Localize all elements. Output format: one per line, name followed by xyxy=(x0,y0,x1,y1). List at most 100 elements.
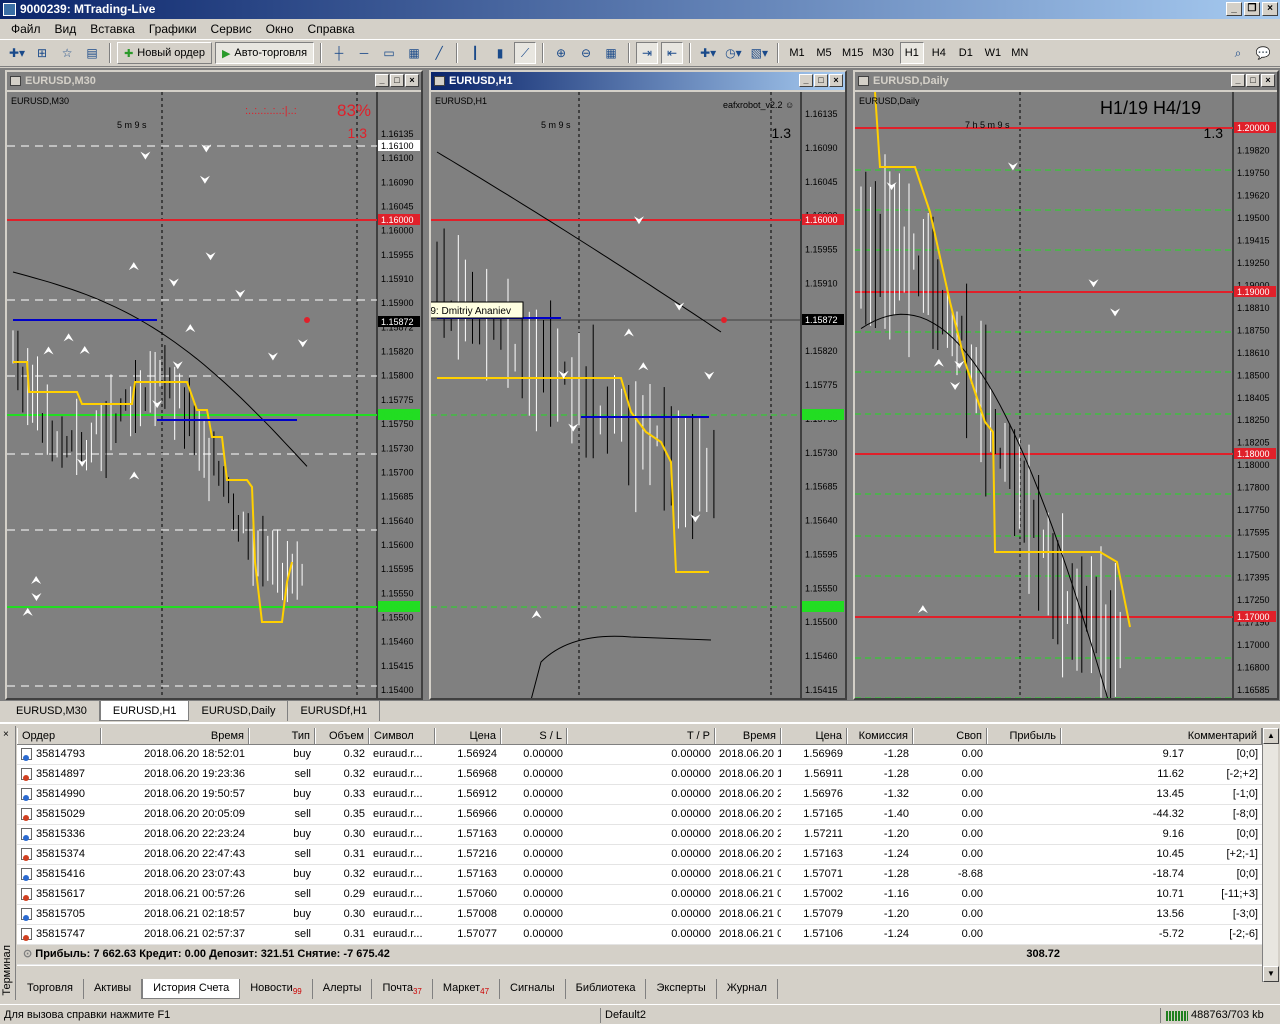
indicators-icon[interactable]: ✚▾ xyxy=(697,42,719,64)
chart-maximize[interactable]: □ xyxy=(1246,74,1260,87)
column-header[interactable]: Комиссия xyxy=(847,728,913,744)
terminal-tab[interactable]: Новости99 xyxy=(240,979,313,999)
hline-icon[interactable]: ─ xyxy=(353,42,375,64)
chart-tab[interactable]: EURUSD,Daily xyxy=(189,701,289,721)
menu-tools[interactable]: Сервис xyxy=(204,19,259,38)
autotrade-button[interactable]: ▶ Авто-торговля xyxy=(214,42,315,64)
table-row[interactable]: 35815336 2018.06.20 22:23:24 buy 0.30 euraud… xyxy=(17,825,1262,845)
tf-mn[interactable]: MN xyxy=(1008,42,1032,64)
chart-area-h1[interactable]: 1.16135 1.16090 1.16045 1.16000 1.15955 1.159… xyxy=(431,92,845,698)
column-header[interactable]: Своп xyxy=(913,728,987,744)
terminal-tab[interactable]: История Счета xyxy=(142,979,241,999)
trendline-icon[interactable]: ╱ xyxy=(428,42,450,64)
terminal-tab[interactable]: Журнал xyxy=(717,979,778,999)
chart-area-m30[interactable]: 1.16135 1.16100 1.16090 1.16045 1.16000 1.159… xyxy=(7,92,421,698)
chart-window-m30[interactable]: EURUSD,M30 _ □ × 1.16135 1.16100 1.16090 1.16… xyxy=(5,70,423,700)
chart-minimize[interactable]: _ xyxy=(1231,74,1245,87)
menu-insert[interactable]: Вставка xyxy=(83,19,142,38)
terminal-tab[interactable]: Библиотека xyxy=(566,979,647,999)
zoom-in-icon[interactable]: ⊕ xyxy=(550,42,572,64)
chart-close[interactable]: × xyxy=(829,74,843,87)
tf-w1[interactable]: W1 xyxy=(981,42,1005,64)
chart-close[interactable]: × xyxy=(1261,74,1275,87)
column-header[interactable]: Время xyxy=(715,728,781,744)
column-header[interactable]: S / L xyxy=(501,728,567,744)
candle-chart-icon[interactable]: ▮ xyxy=(489,42,511,64)
column-header[interactable]: Тип xyxy=(249,728,315,744)
menu-help[interactable]: Справка xyxy=(301,19,362,38)
chart-close[interactable]: × xyxy=(405,74,419,87)
tf-m5[interactable]: M5 xyxy=(812,42,836,64)
menu-charts[interactable]: Графики xyxy=(142,19,204,38)
column-header[interactable]: Символ xyxy=(369,728,435,744)
column-header[interactable]: Время xyxy=(101,728,249,744)
tf-d1[interactable]: D1 xyxy=(954,42,978,64)
menu-file[interactable]: Файл xyxy=(4,19,48,38)
new-order-button[interactable]: ✚ Новый ордер xyxy=(117,42,212,64)
chart-area-daily[interactable]: 1.20000 1.19820 1.19750 1.19620 1.19500 1.194… xyxy=(855,92,1277,698)
new-chart-icon[interactable]: ✚▾ xyxy=(6,42,28,64)
table-row[interactable]: 35814990 2018.06.20 19:50:57 buy 0.33 euraud… xyxy=(17,785,1262,805)
tf-m15[interactable]: M15 xyxy=(839,42,866,64)
rect-icon[interactable]: ▭ xyxy=(378,42,400,64)
column-header[interactable]: Ордер xyxy=(17,728,101,744)
table-row[interactable]: 35815747 2018.06.21 02:57:37 sell 0.31 eurau… xyxy=(17,925,1262,945)
terminal-tab[interactable]: Маркет47 xyxy=(433,979,501,999)
table-row[interactable]: 35815029 2018.06.20 20:05:09 sell 0.35 eurau… xyxy=(17,805,1262,825)
tf-m30[interactable]: M30 xyxy=(869,42,896,64)
table-row[interactable]: 35815374 2018.06.20 22:47:43 sell 0.31 eurau… xyxy=(17,845,1262,865)
chart-window-h1[interactable]: EURUSD,H1 _□× 1.16135 1.16090 1.16045 1.160… xyxy=(429,70,847,700)
chart-tab[interactable]: EURUSD,M30 xyxy=(4,701,100,721)
scroll-down-icon[interactable]: ▼ xyxy=(1263,966,1279,982)
table-row[interactable]: 35814897 2018.06.20 19:23:36 sell 0.32 eurau… xyxy=(17,765,1262,785)
periods-icon[interactable]: ◷▾ xyxy=(722,42,745,64)
column-header[interactable]: Цена xyxy=(435,728,501,744)
chart-maximize[interactable]: □ xyxy=(390,74,404,87)
channel-icon[interactable]: ▦ xyxy=(403,42,425,64)
table-row[interactable]: 35815416 2018.06.20 23:07:43 buy 0.32 euraud… xyxy=(17,865,1262,885)
terminal-tab[interactable]: Сигналы xyxy=(500,979,566,999)
chart-minimize[interactable]: _ xyxy=(799,74,813,87)
terminal-tab[interactable]: Активы xyxy=(84,979,143,999)
menu-window[interactable]: Окно xyxy=(259,19,301,38)
chart-window-daily[interactable]: EURUSD,Daily _□× 1.200001.198201.197501.… xyxy=(853,70,1279,700)
close-button[interactable]: × xyxy=(1262,2,1278,16)
navigator-icon[interactable]: ▤ xyxy=(81,42,103,64)
tf-h4[interactable]: H4 xyxy=(927,42,951,64)
table-row[interactable]: 35815617 2018.06.21 00:57:26 sell 0.29 eurau… xyxy=(17,885,1262,905)
table-row[interactable]: 35815705 2018.06.21 02:18:57 buy 0.30 euraud… xyxy=(17,905,1262,925)
chart-maximize[interactable]: □ xyxy=(814,74,828,87)
table-row[interactable]: 35814793 2018.06.20 18:52:01 buy 0.32 euraud… xyxy=(17,745,1262,765)
chart-shift-icon[interactable]: ⇤ xyxy=(661,42,684,64)
column-header[interactable]: Прибыль xyxy=(987,728,1061,744)
tf-h1[interactable]: H1 xyxy=(899,42,924,64)
terminal-tab[interactable]: Эксперты xyxy=(646,979,717,999)
autoscroll-icon[interactable]: ⇥ xyxy=(636,42,659,64)
crosshair-icon[interactable]: ┼ xyxy=(328,42,350,64)
market-watch-icon[interactable]: ☆ xyxy=(56,42,78,64)
restore-button[interactable]: ❐ xyxy=(1244,2,1260,16)
terminal-tab[interactable]: Почта37 xyxy=(372,979,433,999)
chart-tab[interactable]: EURUSDf,H1 xyxy=(288,701,381,721)
profiles-icon[interactable]: ⊞ xyxy=(31,42,53,64)
bar-chart-icon[interactable]: ┃ xyxy=(464,42,486,64)
table-scrollbar[interactable]: ▲ ▼ xyxy=(1262,728,1279,982)
line-chart-icon[interactable]: ⟋ xyxy=(514,42,537,64)
terminal-tab[interactable]: Алерты xyxy=(313,979,373,999)
menu-view[interactable]: Вид xyxy=(48,19,84,38)
templates-icon[interactable]: ▧▾ xyxy=(748,42,771,64)
tile-icon[interactable]: ▦ xyxy=(600,42,622,64)
column-header[interactable]: Цена xyxy=(781,728,847,744)
tf-m1[interactable]: M1 xyxy=(785,42,809,64)
minimize-button[interactable]: _ xyxy=(1226,2,1242,16)
close-icon[interactable]: × xyxy=(3,729,9,740)
chart-minimize[interactable]: _ xyxy=(375,74,389,87)
zoom-out-icon[interactable]: ⊖ xyxy=(575,42,597,64)
chat-icon[interactable]: 💬 xyxy=(1252,42,1274,64)
terminal-tab[interactable]: Торговля xyxy=(17,979,84,999)
search-icon[interactable]: ⌕ xyxy=(1227,42,1249,64)
scroll-up-icon[interactable]: ▲ xyxy=(1263,728,1279,744)
chart-tab-active[interactable]: EURUSD,H1 xyxy=(99,701,190,721)
column-header[interactable]: T / P xyxy=(567,728,715,744)
column-header[interactable]: Комментарий xyxy=(1061,728,1262,744)
